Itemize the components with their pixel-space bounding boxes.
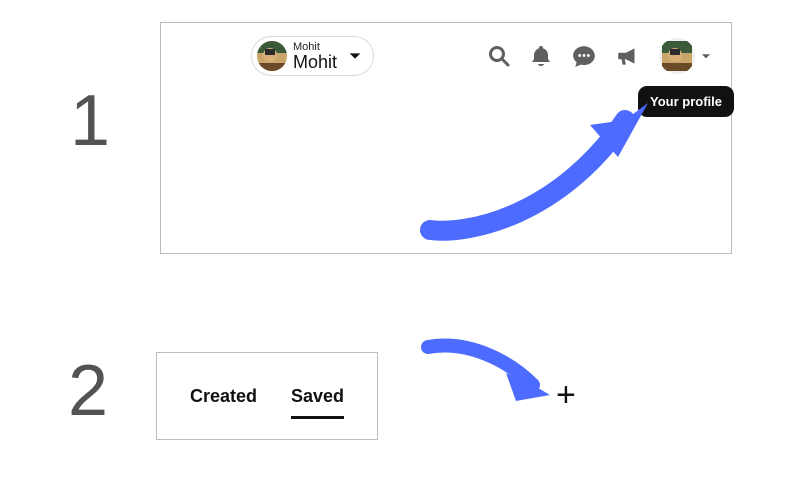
- chevron-down-icon[interactable]: [699, 49, 713, 63]
- bell-icon[interactable]: [529, 44, 553, 68]
- megaphone-icon[interactable]: [615, 43, 641, 69]
- chat-icon[interactable]: [571, 43, 597, 69]
- annotation-arrow-2: [408, 335, 568, 415]
- tab-created[interactable]: Created: [190, 380, 257, 413]
- chevron-down-icon: [347, 48, 363, 64]
- profile-avatar-button[interactable]: [659, 38, 695, 74]
- account-switcher-pill[interactable]: Mohit Mohit: [251, 36, 374, 76]
- step-number-1: 1: [70, 80, 110, 162]
- avatar: [257, 41, 287, 71]
- annotation-arrow-1: [390, 85, 670, 245]
- tab-saved[interactable]: Saved: [291, 380, 344, 413]
- profile-group: Your profile: [659, 38, 713, 74]
- account-name-small: Mohit: [293, 42, 337, 53]
- account-name-large: Mohit: [293, 53, 337, 71]
- step-number-2: 2: [68, 350, 108, 432]
- top-nav-bar: Mohit Mohit: [161, 31, 731, 81]
- step2-panel: Created Saved: [156, 352, 378, 440]
- search-icon[interactable]: [487, 44, 511, 68]
